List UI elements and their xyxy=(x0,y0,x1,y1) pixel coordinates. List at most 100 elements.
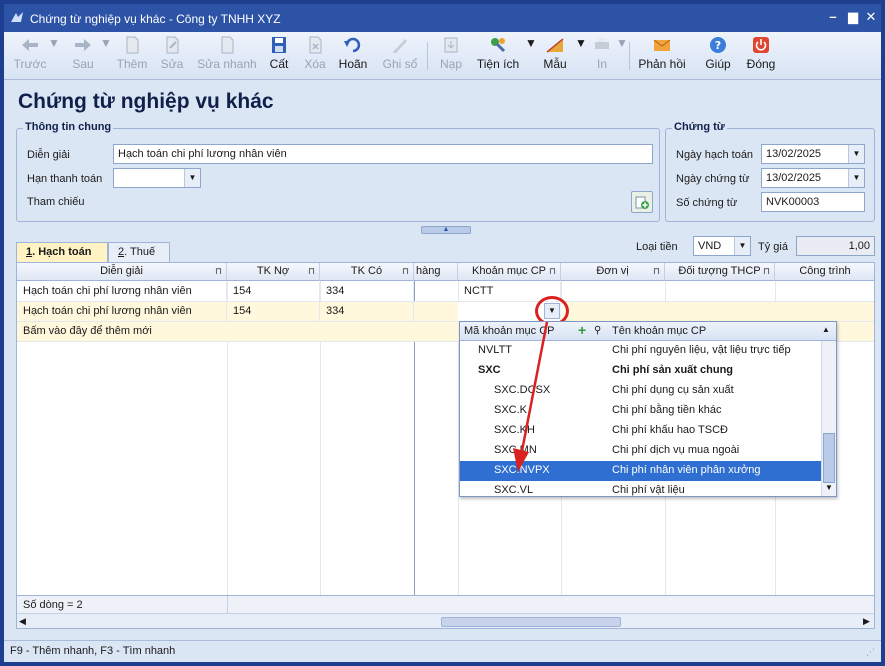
help-label: Giúp xyxy=(705,57,731,71)
currency-select[interactable]: VND ▼ xyxy=(693,236,751,256)
col-header-cost-object[interactable]: Đối tượng THCP ⊓ xyxy=(665,263,775,281)
back-dropdown-icon[interactable]: ▼ xyxy=(48,36,60,50)
print-dropdown-icon[interactable]: ▼ xyxy=(616,36,628,50)
minimize-button[interactable]: – xyxy=(824,9,842,25)
pin-icon[interactable]: ⊓ xyxy=(215,263,222,280)
scroll-down-icon[interactable]: ▼ xyxy=(825,483,833,492)
post-button[interactable]: Ghi sổ xyxy=(380,36,420,71)
reference-add-button[interactable] xyxy=(631,191,653,213)
scrollbar-thumb[interactable] xyxy=(441,617,621,627)
table-row[interactable]: Hạch toán chi phí lương nhân viên 154 33… xyxy=(17,282,874,302)
close-button[interactable]: Đóng xyxy=(744,36,778,71)
description-label: Diễn giải xyxy=(27,149,70,161)
pencil-icon xyxy=(393,39,407,53)
scroll-right-icon[interactable]: ▶ xyxy=(863,616,870,627)
scroll-up-icon[interactable]: ▲ xyxy=(822,325,830,334)
delete-label: Xóa xyxy=(304,57,326,71)
utilities-button[interactable]: Tiện ích xyxy=(474,36,522,71)
svg-text:?: ? xyxy=(715,39,721,52)
forward-dropdown-icon[interactable]: ▼ xyxy=(100,36,112,50)
template-dropdown-icon[interactable]: ▼ xyxy=(575,36,587,50)
popup-scrollbar[interactable]: ▼ xyxy=(821,341,836,496)
edit-document-icon xyxy=(166,36,179,54)
cell-description[interactable]: Hạch toán chi phí lương nhân viên xyxy=(17,282,227,302)
scroll-left-icon[interactable]: ◀ xyxy=(19,616,26,627)
print-label: In xyxy=(596,57,607,71)
pin-icon[interactable]: ⊓ xyxy=(402,263,409,280)
col-header-goods[interactable]: hàng xyxy=(414,263,458,281)
tab-accounting-label: . Hạch toán xyxy=(32,246,92,258)
edit-button[interactable]: Sửa xyxy=(156,36,188,71)
undo-button[interactable]: Hoãn xyxy=(336,36,370,71)
col-header-project[interactable]: Công trình xyxy=(775,263,874,281)
save-button[interactable]: Cất xyxy=(264,36,294,71)
pin-icon[interactable]: ⊓ xyxy=(549,263,556,280)
row-count: Số dòng = 2 xyxy=(23,599,83,611)
exchange-rate-input[interactable]: 1,00 xyxy=(796,236,875,256)
posting-date-value: 13/02/2025 xyxy=(766,148,822,160)
list-item[interactable]: SXC.VL Chi phí vật liệu xyxy=(460,481,821,497)
collapse-handle[interactable]: ▲ xyxy=(421,226,471,234)
col-header-description[interactable]: Diễn giải ⊓ xyxy=(17,263,227,281)
col-header-description-label: Diễn giải xyxy=(100,265,143,277)
help-button[interactable]: ? Giúp xyxy=(702,36,734,71)
close-window-button[interactable]: ✕ xyxy=(862,9,880,25)
template-button[interactable]: Mẫu xyxy=(538,36,572,71)
template-chart-icon xyxy=(546,38,564,53)
back-label: Trước xyxy=(13,57,47,71)
quick-edit-button[interactable]: Sửa nhanh xyxy=(194,36,260,71)
add-icon[interactable]: + xyxy=(578,322,586,338)
add-label: Thêm xyxy=(116,57,148,71)
currency-label: Loại tiền xyxy=(636,241,678,253)
general-info-group: Thông tin chung Diễn giải Hạch toán chi … xyxy=(16,121,660,222)
feedback-button[interactable]: Phản hồi xyxy=(636,36,688,71)
posting-date-input[interactable]: 13/02/2025 ▼ xyxy=(761,144,865,164)
col-header-cost-item[interactable]: Khoản mục CP ⊓ xyxy=(458,263,561,281)
voucher-date-dropdown-icon[interactable]: ▼ xyxy=(848,169,864,187)
cell-credit[interactable]: 334 xyxy=(320,282,414,302)
col-header-project-label: Công trình xyxy=(799,265,851,277)
cell-debit[interactable]: 154 xyxy=(227,302,320,322)
cell-credit[interactable]: 334 xyxy=(320,302,414,322)
col-header-debit[interactable]: TK Nợ ⊓ xyxy=(227,263,320,281)
utilities-dropdown-icon[interactable]: ▼ xyxy=(525,36,537,50)
resize-grip-icon[interactable]: ⋰ xyxy=(866,647,875,658)
forward-button[interactable]: Sau xyxy=(66,36,100,71)
pin-icon[interactable]: ⊓ xyxy=(763,263,770,280)
maximize-button[interactable]: ▆ xyxy=(844,9,862,25)
tab-accounting[interactable]: 1. Hạch toán xyxy=(16,242,108,262)
delete-button[interactable]: Xóa xyxy=(300,36,330,71)
cell-description[interactable]: Hạch toán chi phí lương nhân viên xyxy=(17,302,227,322)
add-new-label[interactable]: Bấm vào đây để thêm mới xyxy=(17,322,317,342)
cell-debit[interactable]: 154 xyxy=(227,282,320,302)
feedback-label: Phản hồi xyxy=(638,57,686,71)
attach-add-icon xyxy=(635,196,649,209)
binoculars-icon[interactable]: ⚲ xyxy=(594,325,601,336)
back-button[interactable]: Trước xyxy=(12,36,48,71)
description-input[interactable]: Hạch toán chi phí lương nhân viên xyxy=(113,144,653,164)
horizontal-scrollbar[interactable]: ◀ ▶ xyxy=(17,613,874,628)
pin-icon[interactable]: ⊓ xyxy=(653,263,660,280)
due-date-dropdown-icon[interactable]: ▼ xyxy=(184,169,200,187)
col-header-credit[interactable]: TK Có ⊓ xyxy=(320,263,414,281)
undo-icon xyxy=(344,37,361,53)
pin-icon[interactable]: ⊓ xyxy=(308,263,315,280)
col-header-unit[interactable]: Đơn vị ⊓ xyxy=(561,263,665,281)
popup-name-header[interactable]: Tên khoản mục CP xyxy=(612,325,706,337)
voucher-date-input[interactable]: 13/02/2025 ▼ xyxy=(761,168,865,188)
table-row-active[interactable]: Hạch toán chi phí lương nhân viên 154 33… xyxy=(17,302,874,322)
window-title: Chứng từ nghiệp vụ khác - Công ty TNHH X… xyxy=(30,12,281,26)
grid-footer: Số dòng = 2 xyxy=(17,595,874,614)
add-button[interactable]: Thêm xyxy=(114,36,150,71)
popup-scrollbar-thumb[interactable] xyxy=(823,433,835,483)
tab-tax-label: . Thuế xyxy=(124,246,156,258)
print-button[interactable]: In xyxy=(588,36,616,71)
voucher-no-input[interactable]: NVK00003 xyxy=(761,192,865,212)
col-header-unit-label: Đơn vị xyxy=(596,265,629,277)
currency-dropdown-icon[interactable]: ▼ xyxy=(734,237,750,255)
posting-date-dropdown-icon[interactable]: ▼ xyxy=(848,145,864,163)
load-button[interactable]: Nạp xyxy=(434,36,468,71)
due-date-input[interactable]: ▼ xyxy=(113,168,201,188)
tab-tax[interactable]: 2. Thuế xyxy=(108,242,170,262)
arrow-left-icon xyxy=(22,39,38,51)
